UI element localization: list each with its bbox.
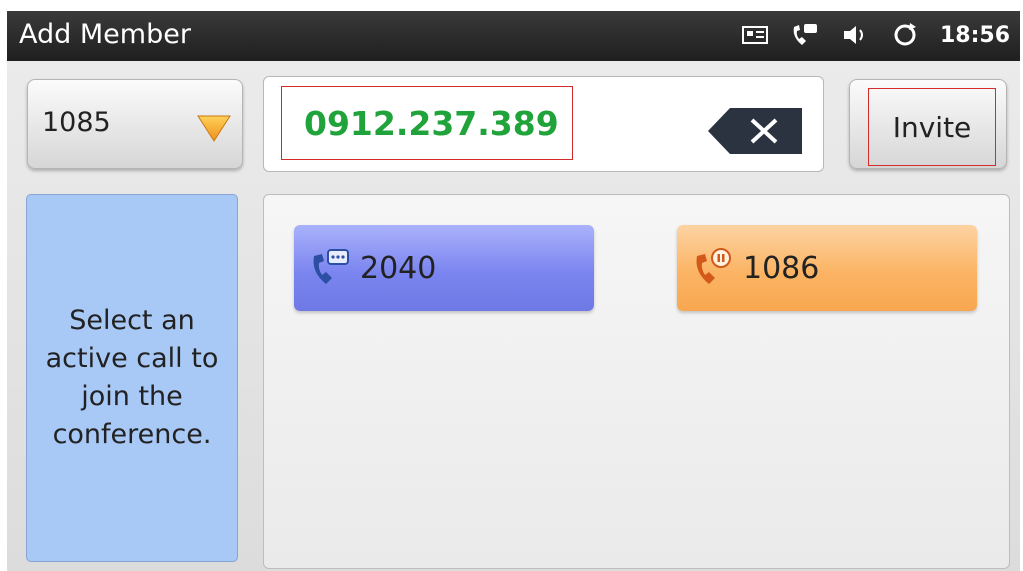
clock: 18:56 [939,22,1010,48]
voicemail-icon [741,26,768,44]
page-title: Add Member [19,19,191,50]
hint-text: Select an active call to join the confer… [45,305,219,450]
conference-hint-panel: Select an active call to join the confer… [26,194,238,562]
active-calls-panel: 2040 1086 [263,194,1010,569]
chevron-down-icon [197,115,231,142]
call-item-2040[interactable]: 2040 [294,225,594,311]
call-number: 2040 [360,250,437,286]
phone-hold-icon [696,248,731,284]
add-member-screen: 1085 0912.237.389 Invite Select an activ… [7,61,1020,571]
phone-message-icon [793,24,817,45]
account-dropdown[interactable]: 1085 [27,79,243,169]
call-number: 1086 [743,250,820,286]
dial-number-value: 0912.237.389 [281,86,573,160]
dial-number-field[interactable]: 0912.237.389 [263,76,824,172]
invite-button-label: Invite [868,88,996,166]
sync-icon [894,23,916,46]
account-selected-value: 1085 [42,107,111,138]
status-bar: Add Member 18:56 [7,11,1020,61]
call-item-1086[interactable]: 1086 [677,225,977,311]
volume-icon [843,26,863,44]
phone-chat-icon [313,249,349,284]
status-icons: 18:56 [740,21,1010,49]
invite-button[interactable]: Invite [849,79,1007,169]
backspace-icon[interactable] [706,106,806,156]
